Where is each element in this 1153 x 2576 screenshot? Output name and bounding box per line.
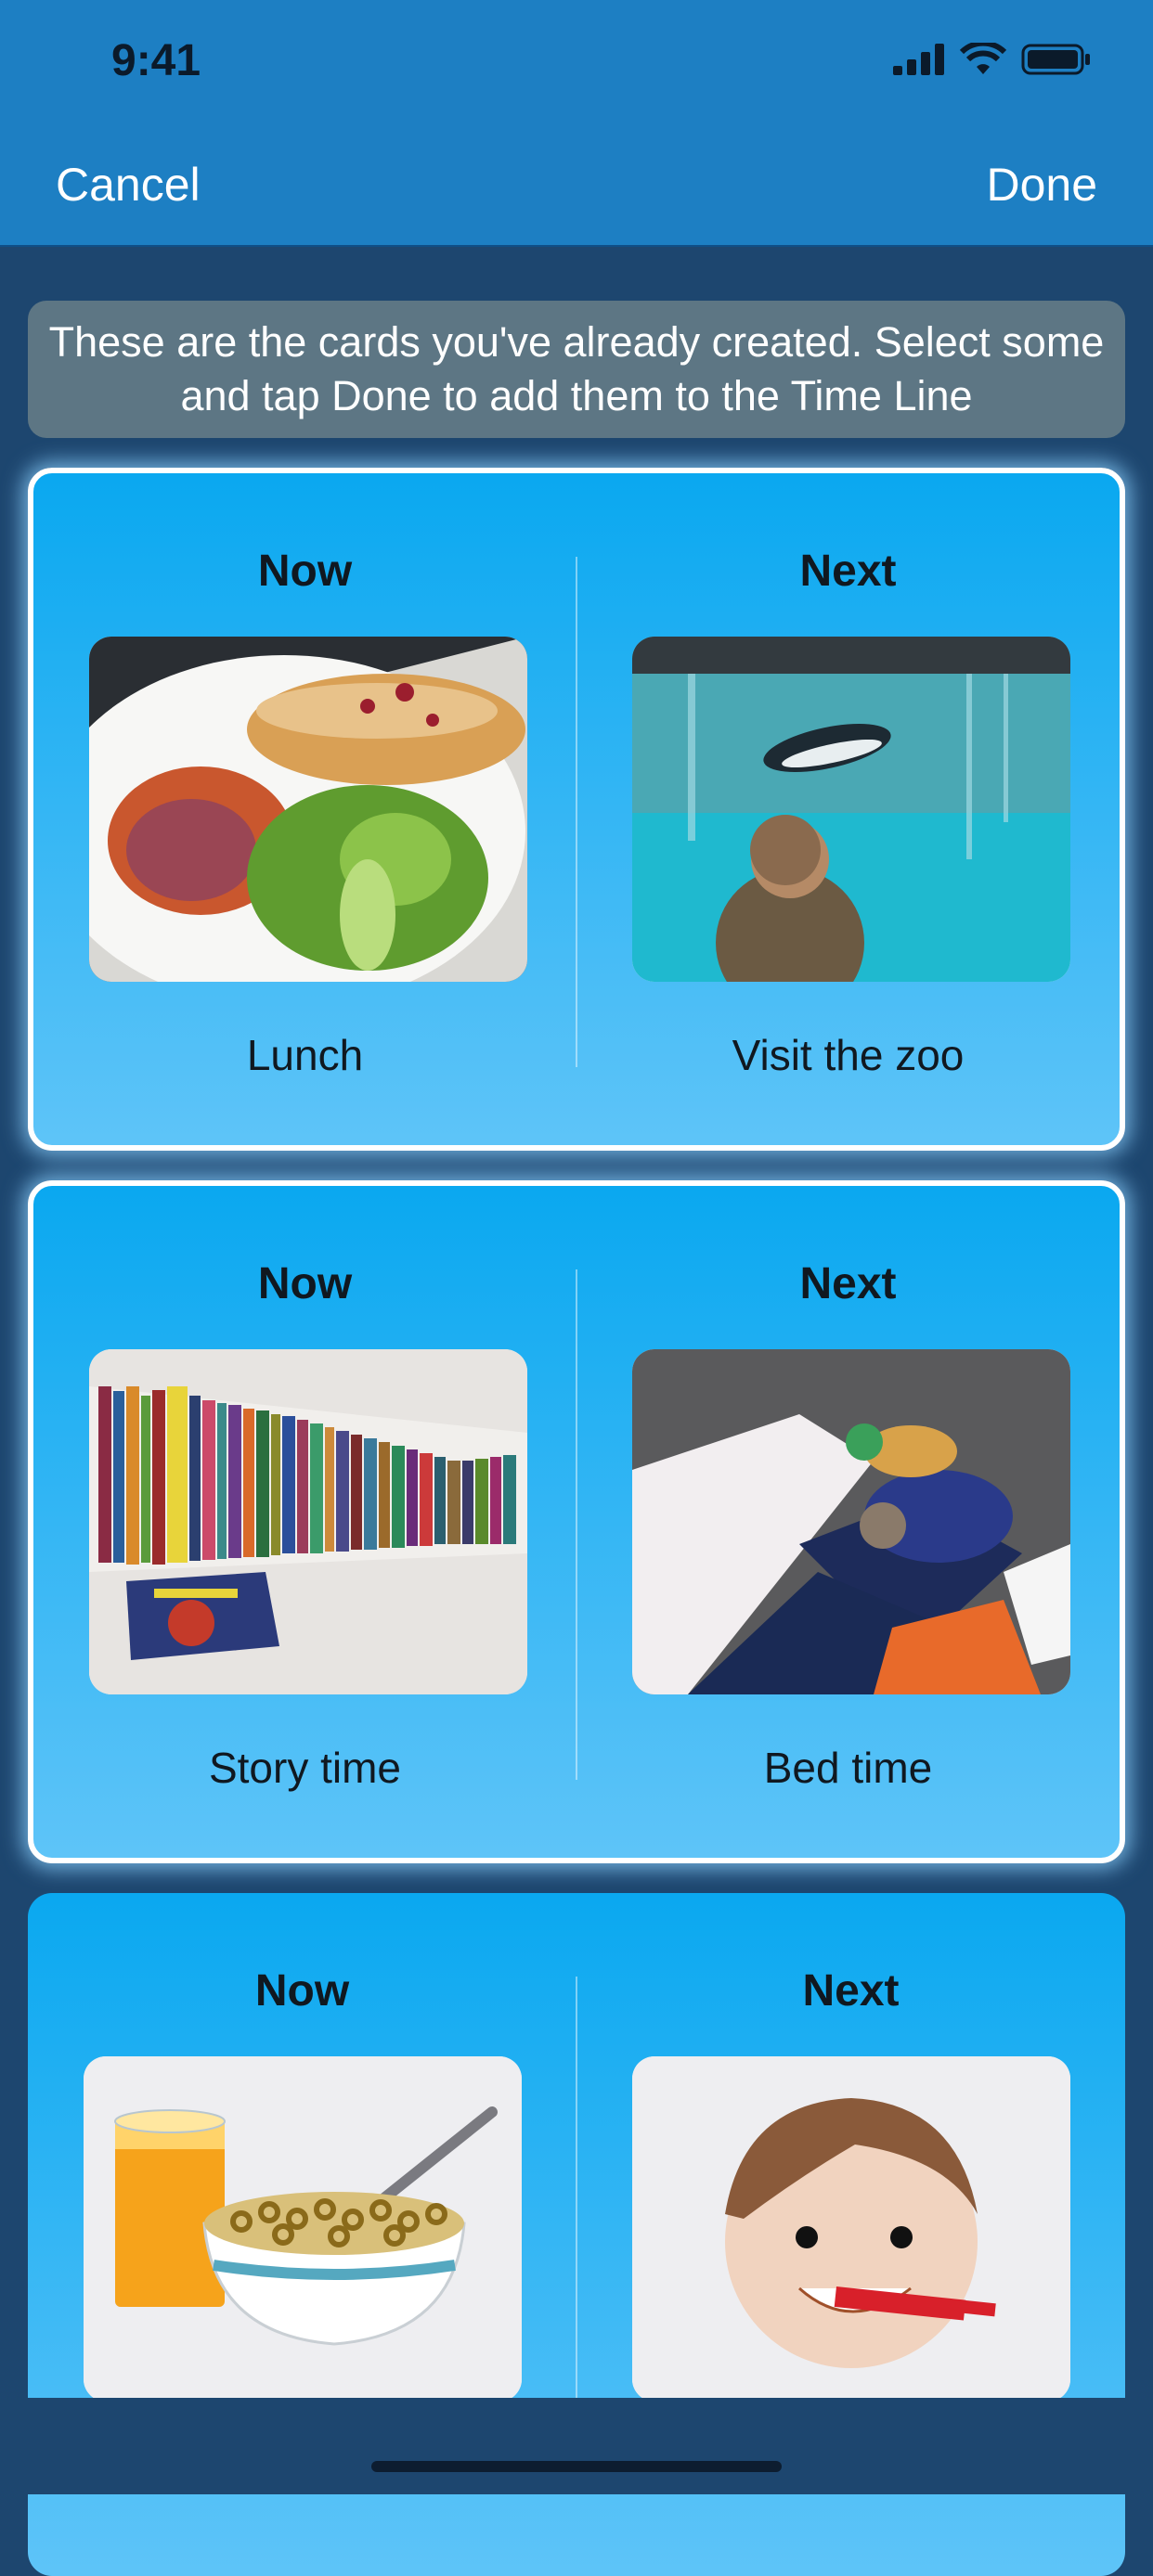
signal-icon xyxy=(893,44,944,75)
card-now-column: Now xyxy=(33,1186,576,1858)
next-label: Visit the zoo xyxy=(732,1031,965,1079)
now-title: Now xyxy=(257,547,353,596)
next-label: Bed time xyxy=(763,1744,933,1792)
done-button[interactable]: Done xyxy=(986,158,1097,212)
card-next-column: Next Visit the zoo xyxy=(576,473,1120,1145)
card-now-column: Now Lunch xyxy=(33,473,576,1145)
status-time: 9:41 xyxy=(111,36,201,85)
card-next-column: Next Bed time xyxy=(576,1186,1120,1858)
wifi-icon xyxy=(960,43,1006,74)
status-bar: 9:41 xyxy=(0,0,1153,130)
instruction-banner: These are the cards you've already creat… xyxy=(28,301,1125,438)
next-title: Next xyxy=(802,1966,900,2016)
timeline-card[interactable]: Now Lunch Next Visit the zoo xyxy=(28,468,1125,1151)
home-indicator[interactable] xyxy=(371,2461,782,2472)
now-title: Now xyxy=(257,1259,353,1308)
now-label: Lunch xyxy=(246,1031,364,1079)
instruction-text: These are the cards you've already creat… xyxy=(48,318,1105,419)
navigation-bar: Cancel Done xyxy=(0,130,1153,247)
battery-icon xyxy=(1021,44,1090,75)
bed-photo xyxy=(632,1349,1070,1694)
cancel-button[interactable]: Cancel xyxy=(56,158,201,212)
next-title: Next xyxy=(799,547,897,596)
timeline-card[interactable]: Now Story time Next Bed time xyxy=(28,1180,1125,1863)
next-title: Next xyxy=(799,1259,897,1308)
status-icons xyxy=(893,43,1092,76)
brushing-teeth-illustration xyxy=(632,2056,1070,2402)
zoo-penguin-photo xyxy=(632,637,1070,982)
bottom-safe-area xyxy=(0,2398,1153,2494)
breakfast-cereal-illustration xyxy=(84,2056,522,2402)
books-photo xyxy=(89,1349,527,1694)
now-label: Story time xyxy=(208,1744,402,1792)
lunch-photo xyxy=(89,637,527,982)
now-title: Now xyxy=(254,1966,350,2016)
